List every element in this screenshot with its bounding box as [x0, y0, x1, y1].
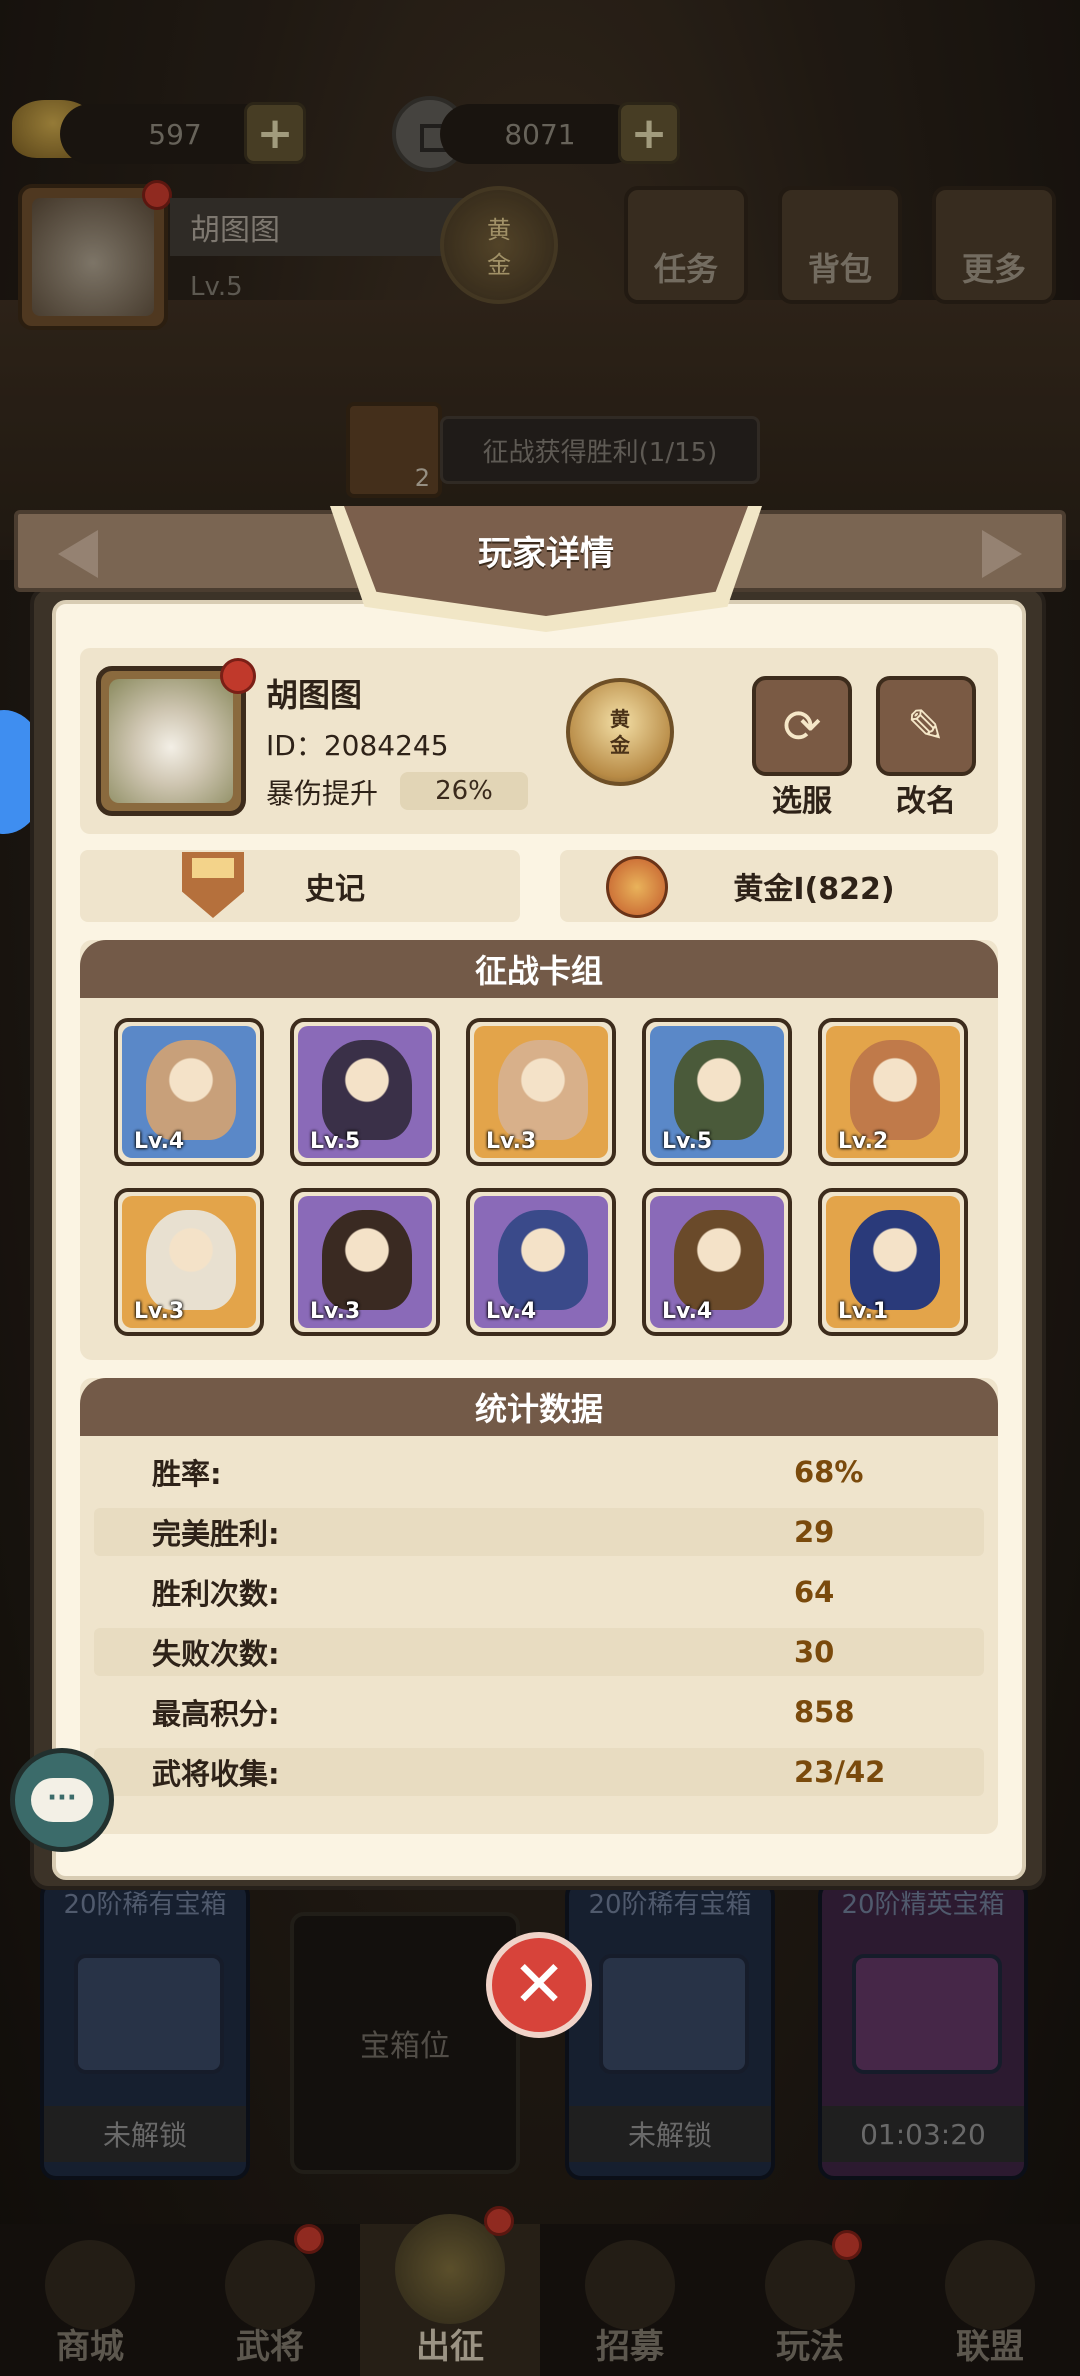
hero-level: Lv.3	[134, 1299, 185, 1324]
hero-card[interactable]: Lv.4	[114, 1018, 264, 1166]
hero-portrait	[674, 1040, 764, 1140]
stat-value: 30	[794, 1635, 835, 1669]
hero-card[interactable]: Lv.4	[642, 1188, 792, 1336]
history-label: 史记	[305, 872, 365, 907]
stat-row: 失败次数: 30	[94, 1628, 984, 1676]
hero-level: Lv.2	[838, 1129, 889, 1154]
stat-label: 胜利次数:	[152, 1577, 280, 1611]
stat-label: 失败次数:	[152, 1637, 280, 1671]
hero-card[interactable]: Lv.3	[290, 1188, 440, 1336]
hero-level: Lv.1	[838, 1299, 889, 1324]
stats-section: 统计数据 胜率: 68% 完美胜利: 29 胜利次数: 64 失败次数: 30 最高积分: 858…	[80, 1378, 998, 1834]
stat-label: 武将收集:	[152, 1757, 280, 1791]
hero-level: Lv.4	[662, 1299, 713, 1324]
rank-char-1: 黄	[610, 707, 630, 731]
hero-level: Lv.3	[486, 1129, 537, 1154]
select-server-button[interactable]: ⟳	[752, 676, 852, 776]
hero-card[interactable]: Lv.4	[466, 1188, 616, 1336]
avatar-face	[109, 679, 233, 803]
player-name: 胡图图	[266, 676, 363, 714]
hero-card[interactable]: Lv.2	[818, 1018, 968, 1166]
hero-portrait	[850, 1210, 940, 1310]
rename-label: 改名	[896, 784, 956, 819]
select-server-label: 选服	[772, 784, 832, 819]
stat-value: 29	[794, 1515, 835, 1549]
hero-portrait	[322, 1040, 412, 1140]
history-button[interactable]: 史记	[80, 850, 520, 922]
hero-portrait	[322, 1210, 412, 1310]
refresh-icon: ⟳	[782, 699, 822, 753]
stat-row: 武将收集: 23/42	[94, 1748, 984, 1796]
hero-level: Lv.5	[310, 1129, 361, 1154]
player-id: ID：2084245	[266, 729, 449, 762]
stat-value: 64	[794, 1575, 835, 1609]
stat-row: 最高积分: 858	[94, 1688, 984, 1736]
pouch-icon	[606, 856, 668, 918]
stat-row: 胜率: 68%	[94, 1448, 984, 1496]
hero-card[interactable]: Lv.3	[114, 1188, 264, 1336]
modal-title: 玩家详情	[478, 534, 614, 574]
hero-portrait	[850, 1040, 940, 1140]
rank-badge: 黄 金	[566, 678, 674, 786]
deck-title: 征战卡组	[80, 940, 998, 998]
stat-label: 最高积分:	[152, 1697, 280, 1731]
rename-button[interactable]: ✎	[876, 676, 976, 776]
player-avatar[interactable]	[96, 666, 246, 816]
close-icon: ✕	[512, 1948, 566, 2022]
rank-char-2: 金	[610, 733, 630, 757]
hero-card[interactable]: Lv.5	[642, 1018, 792, 1166]
hero-portrait	[498, 1040, 588, 1140]
hero-level: Lv.4	[486, 1299, 537, 1324]
stats-title: 统计数据	[80, 1378, 998, 1436]
hero-portrait	[674, 1210, 764, 1310]
hero-card[interactable]: Lv.3	[466, 1018, 616, 1166]
pencil-icon: ✎	[906, 699, 946, 753]
hero-portrait	[498, 1210, 588, 1310]
crit-label: 暴伤提升	[266, 777, 379, 810]
stat-value: 23/42	[794, 1755, 886, 1789]
stat-value: 858	[794, 1695, 855, 1729]
chat-icon: ···	[31, 1778, 93, 1822]
hero-card[interactable]: Lv.5	[290, 1018, 440, 1166]
hero-portrait	[146, 1210, 236, 1310]
hero-level: Lv.5	[662, 1129, 713, 1154]
stat-label: 胜率:	[152, 1457, 222, 1491]
notification-dot	[220, 658, 256, 694]
close-button[interactable]: ✕	[486, 1932, 592, 2038]
chat-button[interactable]: ···	[10, 1748, 114, 1852]
hero-card[interactable]: Lv.1	[818, 1188, 968, 1336]
stat-row: 完美胜利: 29	[94, 1508, 984, 1556]
rank-label: 黄金Ⅰ(822)	[733, 872, 895, 907]
banner-left-arrow	[58, 530, 98, 578]
crit-value: 26%	[400, 772, 528, 810]
hero-level: Lv.3	[310, 1299, 361, 1324]
banner-right-arrow	[982, 530, 1022, 578]
stat-row: 胜利次数: 64	[94, 1568, 984, 1616]
stat-label: 完美胜利:	[152, 1517, 280, 1551]
stat-value: 68%	[794, 1455, 864, 1489]
hero-level: Lv.4	[134, 1129, 185, 1154]
hero-portrait	[146, 1040, 236, 1140]
